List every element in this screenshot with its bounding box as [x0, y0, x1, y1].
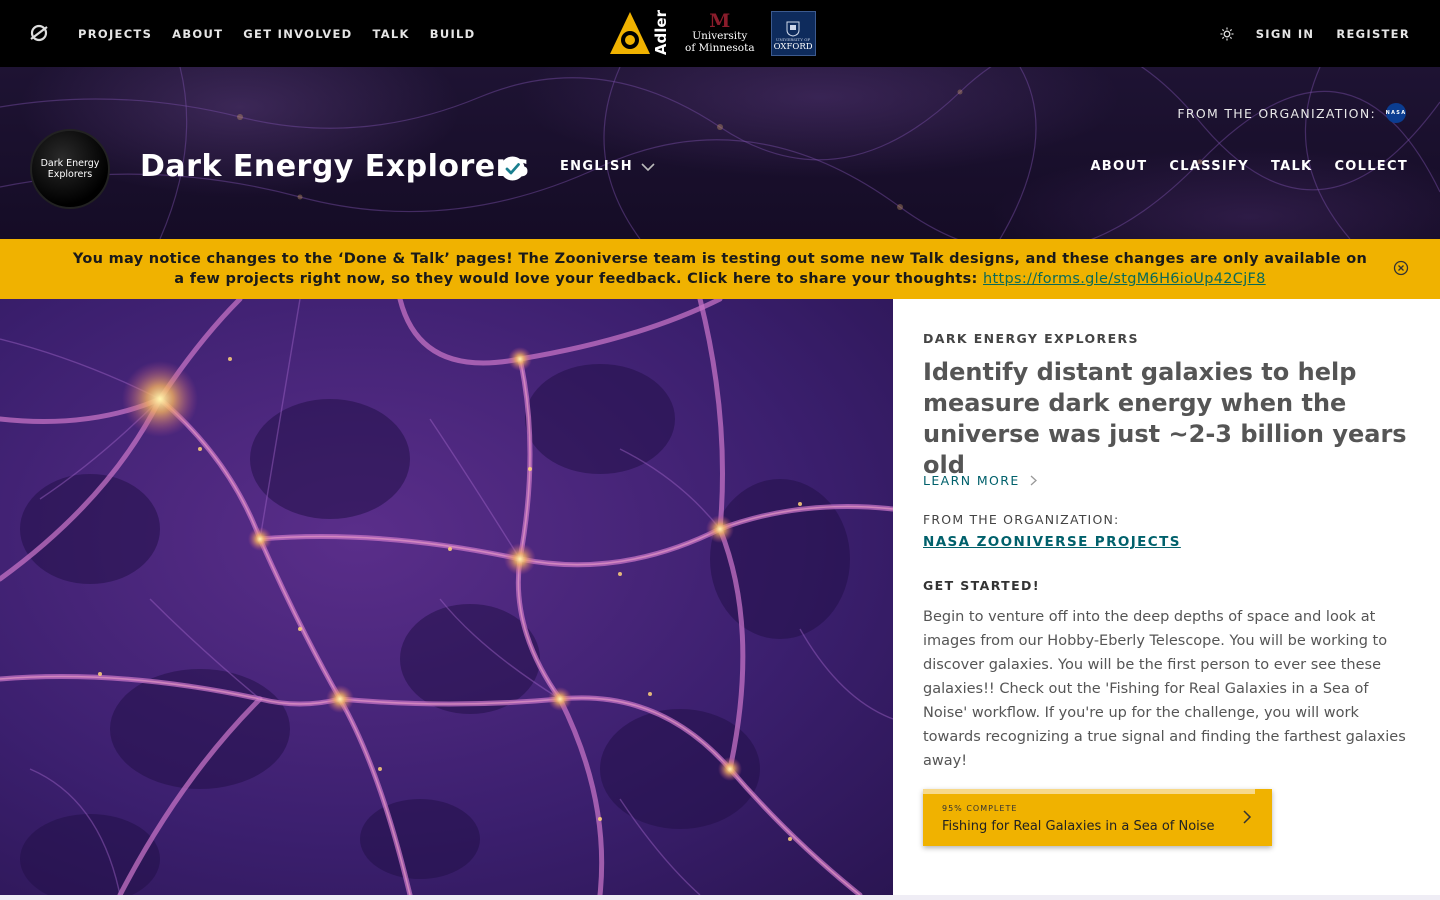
- from-org-label: FROM THE ORGANIZATION:: [923, 512, 1120, 527]
- workflow-button[interactable]: 95% COMPLETE Fishing for Real Galaxies i…: [923, 789, 1272, 846]
- get-started-heading: GET STARTED!: [923, 578, 1040, 593]
- organization-line: FROM THE ORGANIZATION: NASA: [1177, 103, 1406, 123]
- nav-build[interactable]: BUILD: [430, 27, 476, 41]
- project-eyebrow: DARK ENERGY EXPLORERS: [923, 331, 1139, 346]
- project-description: Begin to venture off into the deep depth…: [923, 609, 1406, 769]
- partner-logos: Adler M University of Minnesota UNIVERSI…: [608, 9, 816, 57]
- register-link[interactable]: REGISTER: [1336, 27, 1410, 41]
- sign-in-link[interactable]: SIGN IN: [1256, 27, 1315, 41]
- project-nav: ABOUT CLASSIFY TALK COLLECT: [1090, 159, 1408, 174]
- project-nav-collect[interactable]: COLLECT: [1334, 159, 1408, 174]
- nav-about[interactable]: ABOUT: [172, 27, 223, 41]
- from-org-label: FROM THE ORGANIZATION:: [1177, 105, 1376, 121]
- project-headline: Identify distant galaxies to help measur…: [923, 358, 1407, 479]
- account-nav: SIGN IN REGISTER: [1220, 0, 1410, 67]
- umn-logo[interactable]: M University of Minnesota: [685, 10, 755, 55]
- project-nav-classify[interactable]: CLASSIFY: [1169, 159, 1249, 174]
- nasa-logo-icon[interactable]: NASA: [1386, 103, 1406, 123]
- announcement-banner: You may notice changes to the ‘Done & Ta…: [0, 239, 1440, 299]
- main-nav: PROJECTS ABOUT GET INVOLVED TALK BUILD: [78, 0, 476, 67]
- chevron-right-icon: [1030, 475, 1037, 486]
- organization-link[interactable]: NASA ZOONIVERSE PROJECTS: [923, 534, 1181, 550]
- oxford-logo[interactable]: UNIVERSITY OF OXFORD: [770, 10, 816, 56]
- learn-more-link[interactable]: LEARN MORE: [923, 473, 1037, 488]
- banner-message: You may notice changes to the ‘Done & Ta…: [70, 249, 1370, 289]
- nav-get-involved[interactable]: GET INVOLVED: [243, 27, 352, 41]
- umn-line1: University: [692, 30, 748, 42]
- adler-logo[interactable]: Adler: [608, 10, 670, 56]
- learn-more-label: LEARN MORE: [923, 473, 1020, 488]
- site-header: PROJECTS ABOUT GET INVOLVED TALK BUILD A…: [0, 0, 1440, 67]
- zooniverse-logo-icon[interactable]: [28, 22, 50, 44]
- oxford-big-text: OXFORD: [773, 41, 813, 52]
- workflow-progress-bar: [923, 789, 1255, 794]
- banner-feedback-link[interactable]: https://forms.gle/stgM6H6ioUp42CjF8: [983, 271, 1266, 287]
- umn-m-icon: M: [709, 10, 731, 32]
- workflow-name: Fishing for Real Galaxies in a Sea of No…: [942, 819, 1215, 834]
- umn-line2: of Minnesota: [685, 42, 755, 54]
- oxford-crest-icon: [786, 21, 800, 37]
- nav-talk[interactable]: TALK: [372, 27, 409, 41]
- nav-projects[interactable]: PROJECTS: [78, 27, 152, 41]
- workflow-percent-label: 95% COMPLETE: [942, 804, 1018, 813]
- sun-icon[interactable]: [1220, 27, 1234, 41]
- chevron-right-icon: [1243, 810, 1252, 824]
- language-label: ENGLISH: [560, 159, 633, 174]
- project-nav-about[interactable]: ABOUT: [1090, 159, 1147, 174]
- project-avatar[interactable]: Dark Energy Explorers: [30, 129, 110, 209]
- project-background-image: [0, 299, 893, 895]
- project-nav-talk[interactable]: TALK: [1271, 159, 1312, 174]
- close-icon[interactable]: [1393, 260, 1409, 276]
- language-select[interactable]: ENGLISH: [560, 159, 655, 174]
- cosmic-web-illustration: [0, 299, 893, 895]
- verified-check-icon: [500, 156, 525, 181]
- adler-mark-icon: [610, 12, 650, 54]
- project-intro-panel: DARK ENERGY EXPLORERS Identify distant g…: [893, 299, 1440, 895]
- project-header: FROM THE ORGANIZATION: NASA Dark Energy …: [0, 67, 1440, 239]
- project-title[interactable]: Dark Energy Explorers: [140, 149, 529, 184]
- adler-wordmark: Adler: [652, 10, 670, 56]
- chevron-down-icon: [641, 162, 655, 171]
- page-bottom-edge: [0, 895, 1440, 900]
